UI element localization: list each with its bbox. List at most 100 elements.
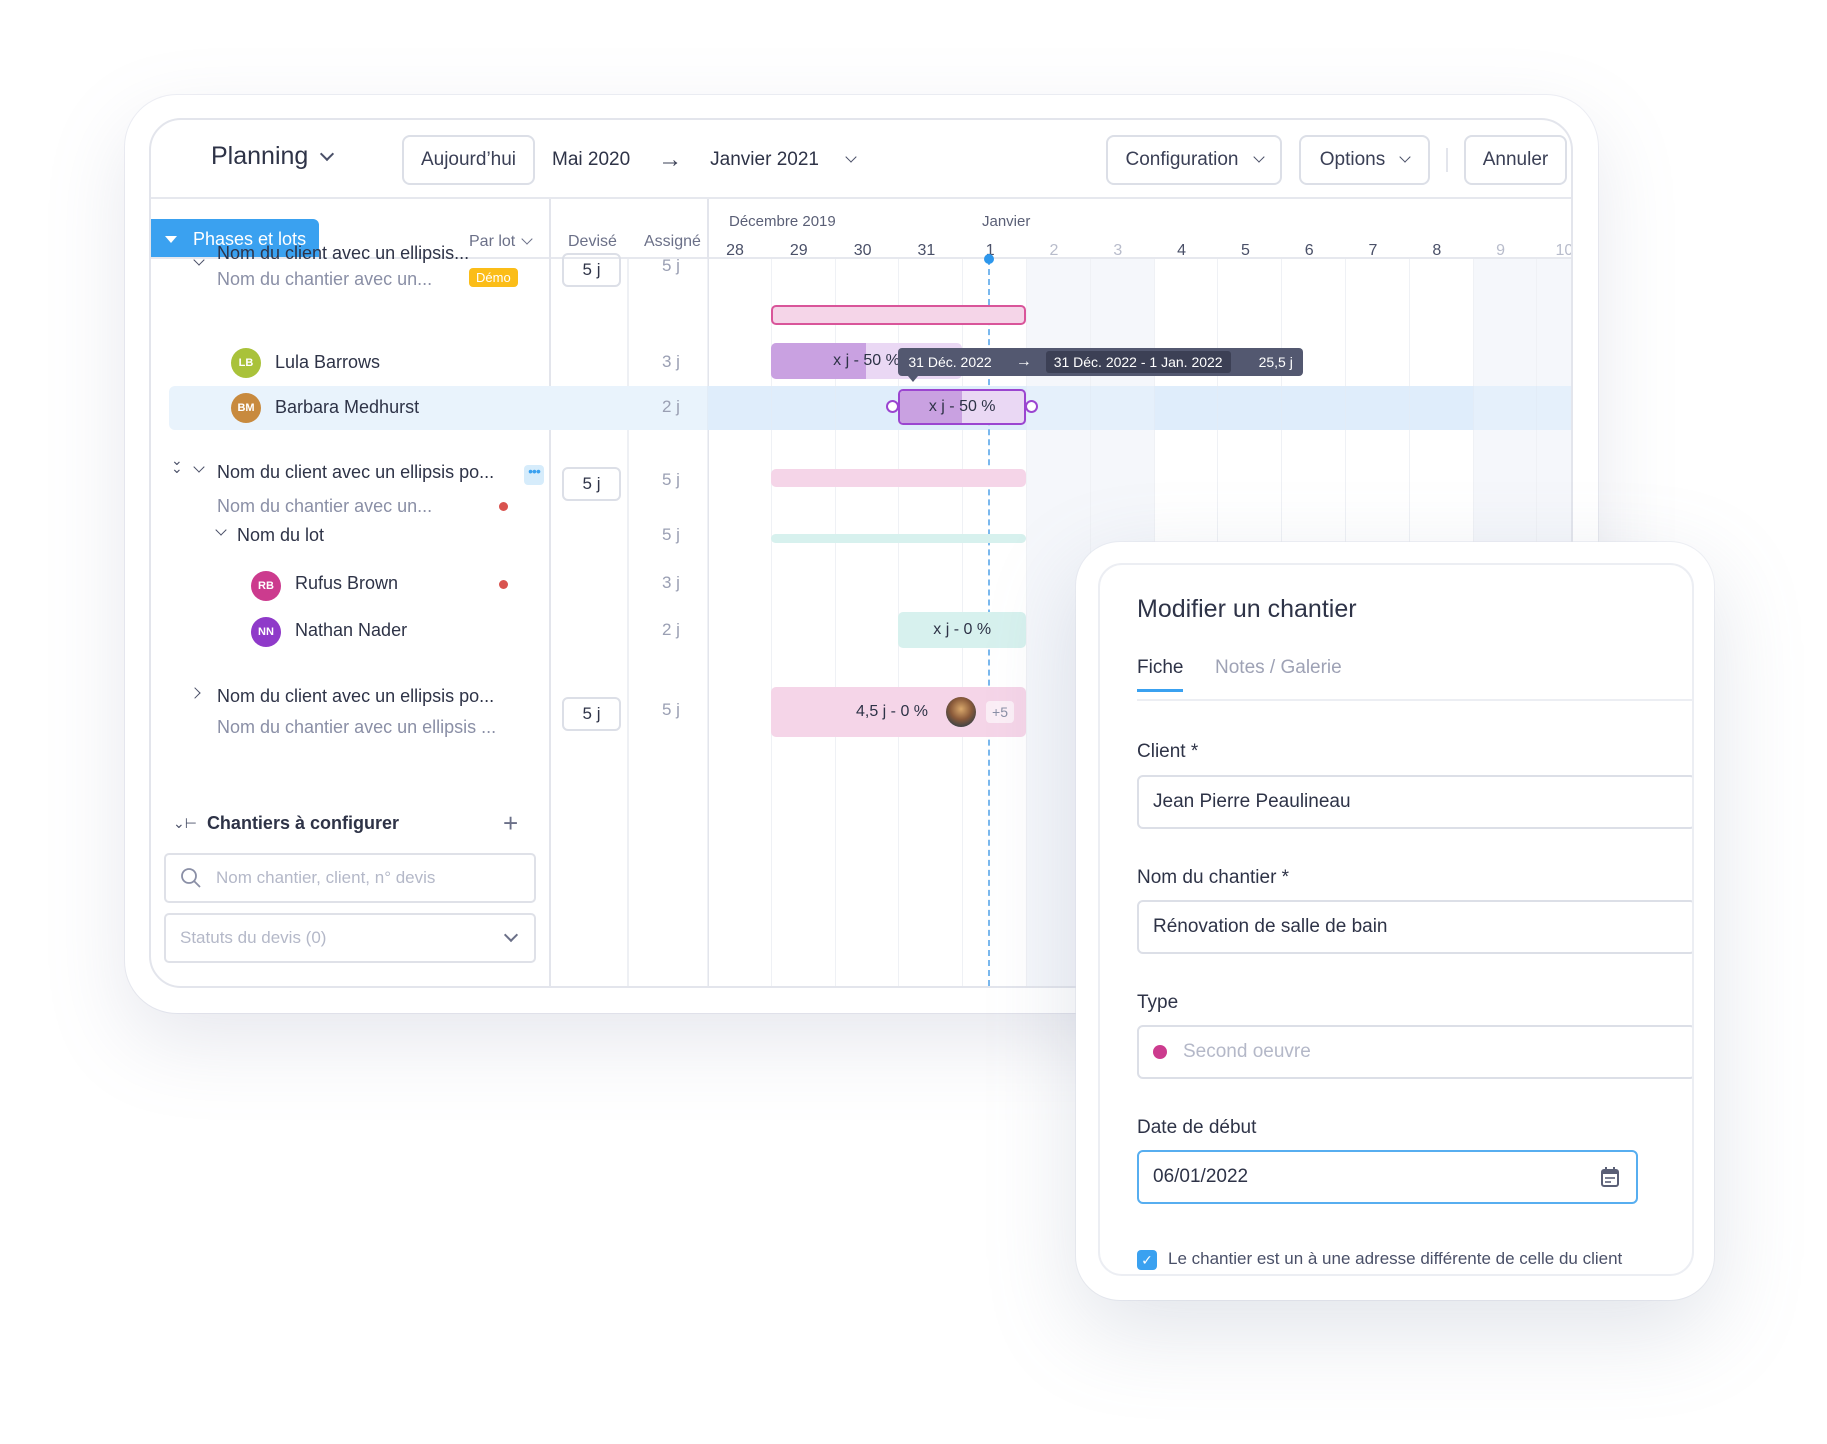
tab-fiche[interactable]: Fiche [1137,657,1183,692]
chantier-name[interactable]: Nom du chantier avec un... [217,269,432,290]
client-field[interactable]: Jean Pierre Peaulineau [1137,775,1692,829]
date-range[interactable]: Mai 2020 → Janvier 2021 [552,146,857,174]
day-label: 31 [917,242,936,259]
section-title: Chantiers à configurer [206,813,399,833]
checkmark-icon: ✓ [1141,1251,1153,1268]
bar-label: 4,5 j - 0 % [855,703,929,720]
chevron-down-icon [1252,151,1265,163]
day-label: 5 [1240,242,1250,259]
assignee-name[interactable]: Rufus Brown [295,573,398,594]
column-divider [549,199,551,986]
active-tab-indicator [1137,689,1183,692]
day-label: 8 [1432,242,1442,259]
month-label-january: Janvier [982,213,1031,230]
assignee-name[interactable]: Barbara Medhurst [275,397,419,418]
arrow-right-icon: → [1015,353,1032,370]
selected-row-stripe [707,386,1571,430]
gantt-bar-lot[interactable] [770,534,1026,543]
today-button[interactable]: Aujourd’hui [402,135,535,185]
chantier-name[interactable]: Nom du chantier avec un ellipsis ... [217,717,496,738]
today-marker [983,254,994,264]
assigned-value: 5 j [662,470,680,489]
collapse-chevron-icon[interactable] [215,524,227,536]
devise-input[interactable]: 5 j [562,253,621,287]
day-label: 7 [1368,242,1378,259]
avatar: BM [231,393,261,423]
toolbar-divider [1446,148,1448,172]
start-date-field[interactable]: 06/01/2022 [1137,1150,1638,1204]
search-input[interactable] [216,868,516,888]
day-label: 29 [789,242,808,259]
day-label: 10 [1555,242,1573,259]
client-name[interactable]: Nom du client avec un ellipsis po... [217,462,494,483]
more-assignees-count[interactable]: +5 [986,701,1014,723]
avatar: NN [251,617,281,647]
modal-title: Modifier un chantier [1137,595,1357,623]
client-name[interactable]: Nom du client avec un ellipsis po... [217,686,494,707]
group-by-label: Par lot [469,233,516,250]
date-label: Date de début [1137,1117,1257,1138]
gantt-bar-nathan[interactable]: x j - 0 % [898,612,1026,648]
devise-input[interactable]: 5 j [562,697,621,731]
assigned-value: 5 j [662,256,680,275]
add-chantier-icon[interactable]: + [503,808,518,839]
assigned-value: 5 j [662,700,680,719]
avatar: LB [231,348,261,378]
to-configure-section-toggle[interactable]: ⌄⊢ Chantiers à configurer [173,813,399,834]
different-address-checkbox[interactable]: ✓ [1137,1250,1157,1270]
status-select[interactable]: Statuts du devis (0) [164,913,536,963]
cancel-button[interactable]: Annuler [1464,135,1567,185]
day-label: 2 [1049,242,1059,259]
day-label: 30 [853,242,872,259]
day-label: 3 [1113,242,1123,259]
chantier-label: Nom du chantier * [1137,867,1290,888]
avatar: RB [251,571,281,601]
gantt-bar-client3[interactable]: 4,5 j - 0 % +5 [770,687,1026,737]
assignee-name[interactable]: Nathan Nader [295,620,407,641]
type-value: Second oeuvre [1183,1041,1311,1062]
page-title: Planning [211,142,309,170]
col-header-assigne: Assigné [644,233,701,250]
month-label-december: Décembre 2019 [729,213,836,230]
tooltip-range: 31 Déc. 2022 - 1 Jan. 2022 [1045,351,1231,373]
expand-chevron-icon[interactable] [189,687,201,699]
gantt-bar-barbara[interactable]: x j - 50 % [898,389,1026,425]
client-name[interactable]: Nom du client avec un ellipsis... [217,243,469,264]
gantt-bar-client1[interactable] [770,305,1026,325]
day-label: 9 [1496,242,1506,259]
group-by-select[interactable]: Par lot [469,233,533,251]
lot-name[interactable]: Nom du lot [237,525,324,546]
chevron-down-icon [521,233,533,245]
arrow-right-icon: → [658,146,683,173]
calendar-icon[interactable] [1600,1166,1620,1188]
assigned-value: 3 j [662,352,680,371]
collapse-chevron-icon[interactable] [193,461,205,473]
col-header-devise: Devisé [568,233,617,250]
day-label: 6 [1304,242,1314,259]
client-label: Client * [1137,741,1199,762]
resize-handle-right[interactable] [1025,400,1038,413]
day-label: 28 [726,242,744,259]
chantier-name[interactable]: Nom du chantier avec un... [217,496,432,517]
type-select[interactable]: Second oeuvre [1137,1025,1692,1079]
chevron-down-icon [1399,151,1411,163]
collapse-all-icon[interactable]: ⌄ ⌄ [171,453,183,475]
chantier-search[interactable] [164,853,536,903]
gantt-bar-client2[interactable] [770,469,1026,487]
chantier-name-field[interactable]: Rénovation de salle de bain [1137,900,1692,954]
tab-notes-galerie[interactable]: Notes / Galerie [1215,657,1342,679]
options-label: Options [1319,149,1386,170]
search-icon [181,868,201,888]
more-options-icon[interactable]: ••• [524,464,544,485]
range-start: Mai 2020 [552,149,631,170]
modal-tabs: Fiche Notes / Galerie [1137,657,1692,701]
view-selector[interactable]: Planning [211,142,335,171]
client-value: Jean Pierre Peaulineau [1153,791,1351,812]
configuration-button[interactable]: Configuration [1106,135,1282,185]
toolbar: Planning Aujourd’hui Mai 2020 → Janvier … [151,120,1571,199]
assignee-name[interactable]: Lula Barrows [275,352,380,373]
tooltip-duration: 25,5 j [1258,354,1293,370]
devise-input[interactable]: 5 j [562,467,621,501]
options-button[interactable]: Options [1299,135,1430,185]
status-select-value: Statuts du devis (0) [180,928,327,947]
